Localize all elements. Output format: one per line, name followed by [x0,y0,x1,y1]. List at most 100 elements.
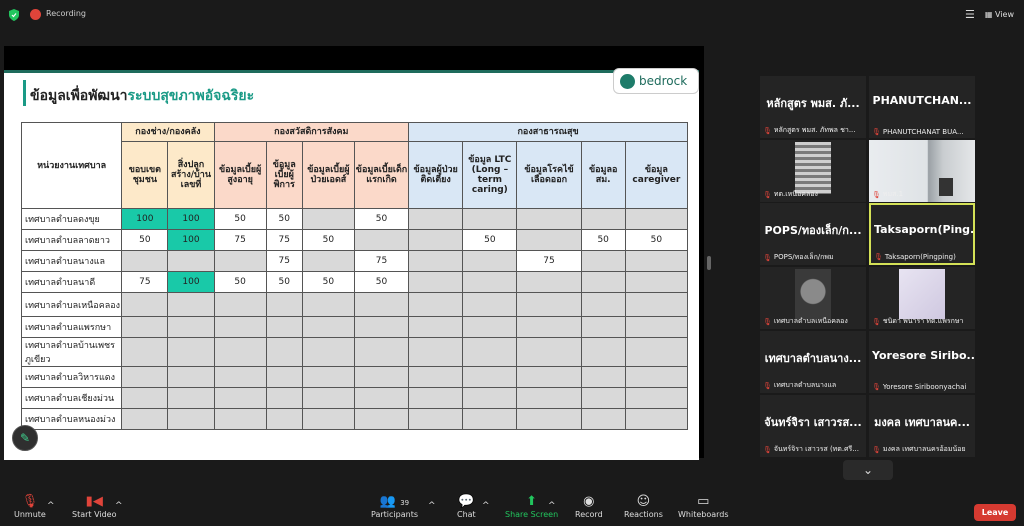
row-name: เทศบาลตำบลแพรกษา [20,316,123,338]
table-cell [213,337,267,367]
chat-label: Chat [457,510,476,519]
column-header: ข้อมูลเบี้ยเด็กแรกเกิด [353,141,410,209]
participant-video [795,269,831,319]
row-name: เทศบาลตำบลเหนือคลอง [20,292,123,317]
participant-name: เทศบาลตำบลนางแล [773,381,837,389]
table-cell [408,271,464,293]
slide-top-edge [4,70,699,73]
table-cell: 50 [265,271,303,293]
participant-tile[interactable]: เทศบาลตำบลนาง... 🎙 เทศบาลตำบลนางแล [760,331,866,393]
share-chevron-icon[interactable]: ^ [548,498,556,514]
table-cell [301,208,355,230]
table-cell [516,408,582,430]
table-cell: 75 [265,229,303,251]
participant-name: พมส.1 [882,190,904,198]
participant-tile[interactable]: มงคล เทศบาลนค... 🎙 มงคล เทศบาลนครอ้อมน้อย [869,395,975,457]
view-label: View [995,10,1014,19]
table-cell [301,316,355,338]
video-off-icon: ▮◀ [85,494,103,509]
recording-icon[interactable] [30,9,41,20]
participant-tile[interactable]: 🎙 เทศบาลตำบลเหนือคลอง [760,267,866,329]
split-handle[interactable] [707,256,711,270]
table-cell [121,366,169,388]
table-cell [624,208,689,230]
leave-button[interactable]: Leave [974,504,1016,521]
table-cell [462,208,518,230]
participant-name-large: Taksaporn(Ping... [874,223,973,236]
participants-chevron-icon[interactable]: ^ [428,498,436,514]
participant-tile[interactable]: Taksaporn(Ping... 🎙 Taksaporn(Pingping) [869,203,975,265]
annotate-pencil-icon[interactable]: ✎ [12,425,38,451]
table-cell: 50 [353,208,410,230]
table-cell [265,387,303,409]
table-cell: 50 [265,208,303,230]
table-cell: 50 [301,229,355,251]
participant-tile[interactable]: Yoresore Siribo... 🎙 Yoresore Siriboonyach… [869,331,975,393]
participant-caption: 🎙 PHANUTCHANAT BUA... [872,128,964,136]
mic-muted-icon: 🎙 [763,381,772,390]
audio-options-chevron-icon[interactable]: ^ [47,498,55,514]
group-header-3: กองสาธารณสุข [408,122,688,142]
row-name: เทศบาลตำบลบ้านเพชรภูเขียว [20,337,123,367]
table-cell [462,408,518,430]
table-cell [624,271,689,293]
column-header: ข้อมูล caregiver [624,141,689,209]
column-header: สิ่งปลูกสร้าง/บ้านเลขที่ [167,141,215,209]
recording-label: Recording [46,9,87,18]
participant-tile[interactable]: PHANUTCHAN... 🎙 PHANUTCHANAT BUA... [869,76,975,138]
title-accent-bar [23,80,26,106]
shield-icon[interactable] [9,9,19,21]
reactions-icon: ☺ [636,494,651,509]
unmute-button[interactable]: 🎙 Unmute [14,494,46,519]
mic-muted-icon: 🎙 [872,190,881,199]
mic-muted-icon: 🎙 [874,253,883,261]
table-cell [265,366,303,388]
chat-chevron-icon[interactable]: ^ [482,498,490,514]
participant-tile[interactable]: จันทร์จิรา เสาวรส... 🎙 จันทร์จิรา เสาวรส (… [760,395,866,457]
participant-tile[interactable]: หลักสูตร พมส. ภั... 🎙 หลักสูตร พมส. ภัทพล … [760,76,866,138]
participant-tile[interactable]: 🎙 ชนิดา พนารา ทต.แพรกษา [869,267,975,329]
whiteboards-button[interactable]: ▭ Whiteboards [678,494,729,519]
column-header: ข้อมูล LTC (Long – term caring) [462,141,518,209]
participant-caption: 🎙 ชนิดา พนารา ทต.แพรกษา [872,316,963,327]
table-cell [580,316,626,338]
table-cell [462,366,518,388]
participants-button[interactable]: 👥 39 Participants [371,494,418,519]
video-options-chevron-icon[interactable]: ^ [115,498,123,514]
reactions-button[interactable]: ☺ Reactions [624,494,663,519]
start-video-button[interactable]: ▮◀ Start Video [72,494,117,519]
scroll-down-button[interactable]: ⌄ [843,460,893,480]
participant-name: POPS/ทองเล็ก/กพม [773,253,834,261]
table-cell [408,337,464,367]
sidebar-toggle-icon[interactable]: ☰ [965,8,975,21]
participant-tile[interactable]: 🎙 ทต.เหนือคลอง [760,140,866,202]
participant-name-large: PHANUTCHAN... [872,94,972,107]
record-button[interactable]: ◉ Record [575,494,603,519]
table-cell: 50 [353,271,410,293]
table-cell [353,337,410,367]
participant-name: เทศบาลตำบลเหนือคลอง [773,317,848,325]
view-button[interactable]: ▦ View [985,10,1014,19]
whiteboards-label: Whiteboards [678,510,729,519]
column-header: ข้อมูลอสม. [580,141,626,209]
table-cell [167,387,215,409]
table-cell [301,366,355,388]
table-cell [408,387,464,409]
table-cell [265,337,303,367]
participant-tile[interactable]: POPS/ทองเล็ก/ก... 🎙 POPS/ทองเล็ก/กพม [760,203,866,265]
table-cell [580,271,626,293]
table-cell [353,229,410,251]
table-cell [408,292,464,317]
row-name: เทศบาลตำบลเชียงม่วน [20,387,123,409]
table-row: เทศบาลตำบลหนองม่วง [20,408,689,430]
record-label: Record [575,510,603,519]
chat-button[interactable]: 💬 Chat [457,494,476,519]
participant-name-large: จันทร์จิรา เสาวรส... [764,416,862,429]
table-cell: 75 [213,229,267,251]
table-cell [301,337,355,367]
table-cell [624,366,689,388]
share-screen-icon: ⬆ [526,494,538,509]
participant-tile[interactable]: 🎙 พมส.1 [869,140,975,202]
table-cell [624,292,689,317]
participant-caption: 🎙 มงคล เทศบาลนครอ้อมน้อย [872,444,966,455]
